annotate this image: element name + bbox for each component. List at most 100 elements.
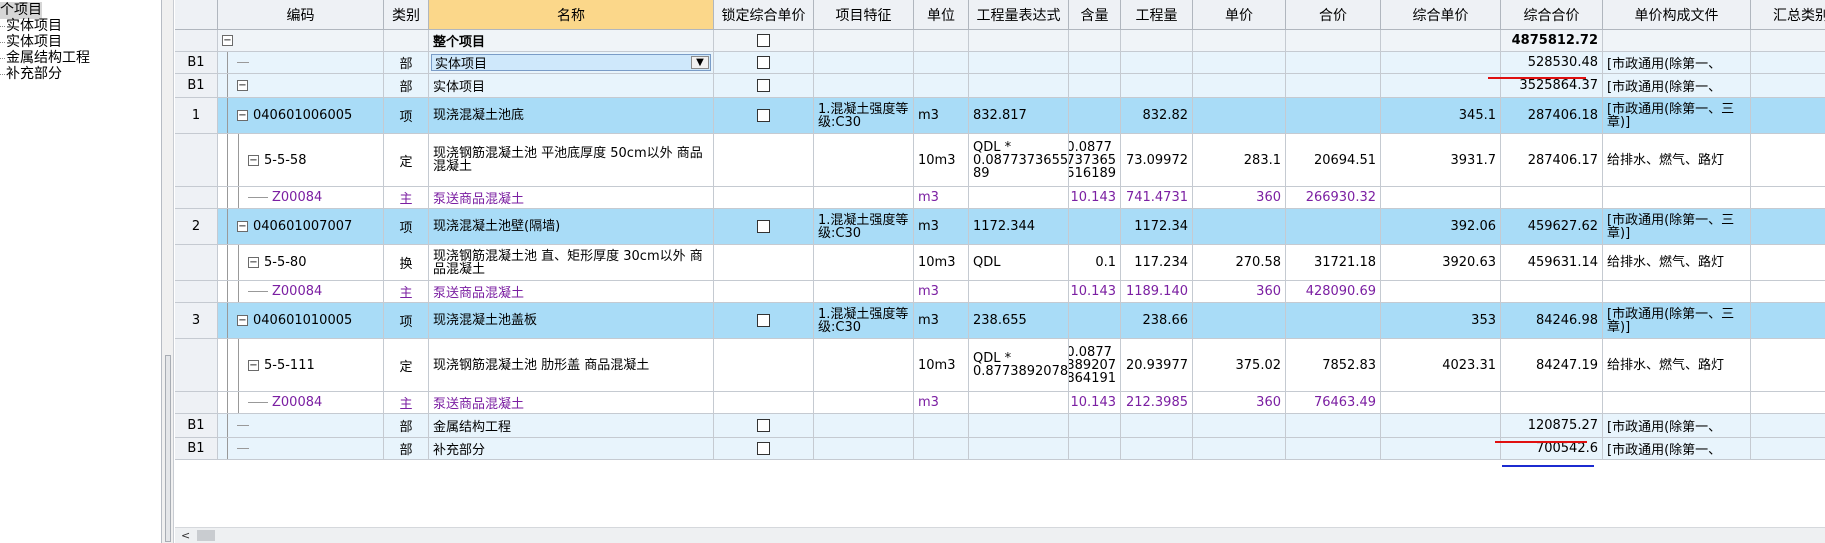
table-row-main[interactable]: Z00084 主泵送商品混凝土 m3 10.143 741.4731 360 266930.… <box>175 187 1825 209</box>
column-header-unit[interactable]: 单位 <box>914 0 969 30</box>
column-header-sumtype[interactable]: 汇总类别 <box>1751 0 1825 30</box>
column-header-name[interactable]: 名称 <box>429 0 714 30</box>
qty-cell[interactable]: 117.234 <box>1121 245 1193 281</box>
qty-cell[interactable]: 832.82 <box>1121 98 1193 134</box>
price-cell[interactable]: 360 <box>1193 392 1286 414</box>
amount-cell[interactable] <box>1286 209 1381 245</box>
price-cell[interactable]: 360 <box>1193 281 1286 303</box>
feat-cell[interactable] <box>814 438 914 460</box>
code-cell[interactable]: −040601007007 <box>218 209 384 245</box>
collapse-icon[interactable]: − <box>222 35 233 46</box>
amount-cell[interactable] <box>1286 52 1381 74</box>
sumtype-cell[interactable] <box>1751 209 1825 245</box>
name-cell[interactable]: 泵送商品混凝土 <box>429 392 714 414</box>
idx-cell[interactable]: 3 <box>175 303 218 339</box>
tree-node-supplement[interactable]: 补充部分 <box>0 66 62 83</box>
code-cell[interactable]: − <box>218 74 384 98</box>
price-cell[interactable] <box>1193 52 1286 74</box>
code-cell[interactable]: −040601006005 <box>218 98 384 134</box>
tree-node-whole-project[interactable]: 个项目 <box>0 2 42 19</box>
feat-cell[interactable] <box>814 74 914 98</box>
lock-price-cell[interactable] <box>714 303 814 339</box>
feat-cell[interactable] <box>814 187 914 209</box>
expr-cell[interactable] <box>969 74 1069 98</box>
price-cell[interactable] <box>1193 209 1286 245</box>
unit-cell[interactable] <box>914 414 969 438</box>
file-cell[interactable]: [市政通用(除第一、 <box>1603 74 1751 98</box>
unit-cell[interactable]: m3 <box>914 98 969 134</box>
sumtype-cell[interactable] <box>1751 438 1825 460</box>
type-cell[interactable]: 换 <box>384 245 429 281</box>
camount-cell[interactable] <box>1501 187 1603 209</box>
file-cell[interactable]: [市政通用(除第一、三章)] <box>1603 209 1751 245</box>
feat-cell[interactable] <box>814 134 914 187</box>
amount-cell[interactable] <box>1286 438 1381 460</box>
idx-cell[interactable] <box>175 281 218 303</box>
qty-cell[interactable]: 20.93977 <box>1121 339 1193 392</box>
type-cell[interactable]: 主 <box>384 281 429 303</box>
idx-cell[interactable]: B1 <box>175 52 218 74</box>
name-cell[interactable]: 实体项目 <box>429 74 714 98</box>
table-row-part[interactable]: B1 部金属结构工程 120875.27 [市政通用(除第一、 <box>175 414 1825 438</box>
sumtype-cell[interactable] <box>1751 281 1825 303</box>
collapse-icon[interactable]: − <box>248 154 259 166</box>
expr-cell[interactable]: 832.817 <box>969 98 1069 134</box>
type-cell[interactable]: 项 <box>384 303 429 339</box>
file-cell[interactable]: [市政通用(除第一、 <box>1603 52 1751 74</box>
type-cell[interactable]: 部 <box>384 52 429 74</box>
name-cell[interactable]: 现浇钢筋混凝土池 平池底厚度 50cm以外 商品混凝土 <box>429 134 714 187</box>
column-header-lock[interactable]: 锁定综合单价 <box>714 0 814 30</box>
lock-price-cell[interactable] <box>714 392 814 414</box>
cprice-cell[interactable] <box>1381 281 1501 303</box>
price-cell[interactable]: 283.1 <box>1193 134 1286 187</box>
code-cell[interactable] <box>218 52 384 74</box>
cprice-cell[interactable] <box>1381 438 1501 460</box>
name-cell[interactable]: 现浇钢筋混凝土池 直、矩形厚度 30cm以外 商品混凝土 <box>429 245 714 281</box>
unit-cell[interactable]: m3 <box>914 209 969 245</box>
content-cell[interactable] <box>1069 30 1121 52</box>
qty-cell[interactable]: 1172.34 <box>1121 209 1193 245</box>
feat-cell[interactable] <box>814 414 914 438</box>
amount-cell[interactable]: 31721.18 <box>1286 245 1381 281</box>
expr-cell[interactable] <box>969 414 1069 438</box>
idx-cell[interactable] <box>175 392 218 414</box>
column-header-price[interactable]: 单价 <box>1193 0 1286 30</box>
camount-cell[interactable]: 287406.18 <box>1501 98 1603 134</box>
name-cell[interactable]: 现浇混凝土池壁(隔墙) <box>429 209 714 245</box>
content-cell[interactable]: 10.143 <box>1069 281 1121 303</box>
table-row-item[interactable]: 2−040601007007 项现浇混凝土池壁(隔墙) 1.混凝土强度等级:C30 m… <box>175 209 1825 245</box>
feat-cell[interactable] <box>814 392 914 414</box>
content-cell[interactable] <box>1069 438 1121 460</box>
file-cell[interactable]: [市政通用(除第一、 <box>1603 414 1751 438</box>
collapse-icon[interactable]: − <box>237 80 248 91</box>
scrollbar-thumb[interactable] <box>197 530 215 541</box>
content-cell[interactable]: 0.0877 737365 516189 <box>1069 134 1121 187</box>
type-cell[interactable]: 主 <box>384 187 429 209</box>
code-cell[interactable]: Z00084 <box>218 392 384 414</box>
feat-cell[interactable] <box>814 339 914 392</box>
cprice-cell[interactable] <box>1381 30 1501 52</box>
table-row-item[interactable]: 1−040601006005 项现浇混凝土池底 1.混凝土强度等级:C30 m3 832… <box>175 98 1825 134</box>
unit-cell[interactable] <box>914 30 969 52</box>
content-cell[interactable]: 10.143 <box>1069 187 1121 209</box>
table-row-sub[interactable]: −5-5-58 定现浇钢筋混凝土池 平池底厚度 50cm以外 商品混凝土 10m3 Q… <box>175 134 1825 187</box>
code-cell[interactable]: Z00084 <box>218 187 384 209</box>
file-cell[interactable] <box>1603 187 1751 209</box>
table-row-main[interactable]: Z00084 主泵送商品混凝土 m3 10.143 1189.140 360 428090.… <box>175 281 1825 303</box>
splitter-grip[interactable] <box>165 355 171 542</box>
column-header-code[interactable]: 编码 <box>218 0 384 30</box>
file-cell[interactable]: [市政通用(除第一、三章)] <box>1603 98 1751 134</box>
column-header-feat[interactable]: 项目特征 <box>814 0 914 30</box>
code-cell[interactable]: −5-5-80 <box>218 245 384 281</box>
name-cell[interactable]: 泵送商品混凝土 <box>429 187 714 209</box>
lock-price-checkbox[interactable] <box>757 220 770 233</box>
feat-cell[interactable]: 1.混凝土强度等级:C30 <box>814 303 914 339</box>
unit-cell[interactable]: 10m3 <box>914 134 969 187</box>
unit-cell[interactable] <box>914 438 969 460</box>
name-cell[interactable]: 现浇混凝土池盖板 <box>429 303 714 339</box>
lock-price-cell[interactable] <box>714 74 814 98</box>
expr-cell[interactable] <box>969 281 1069 303</box>
tree-node-entity-items-2[interactable]: 实体项目 <box>0 34 62 51</box>
price-cell[interactable]: 375.02 <box>1193 339 1286 392</box>
feat-cell[interactable] <box>814 281 914 303</box>
